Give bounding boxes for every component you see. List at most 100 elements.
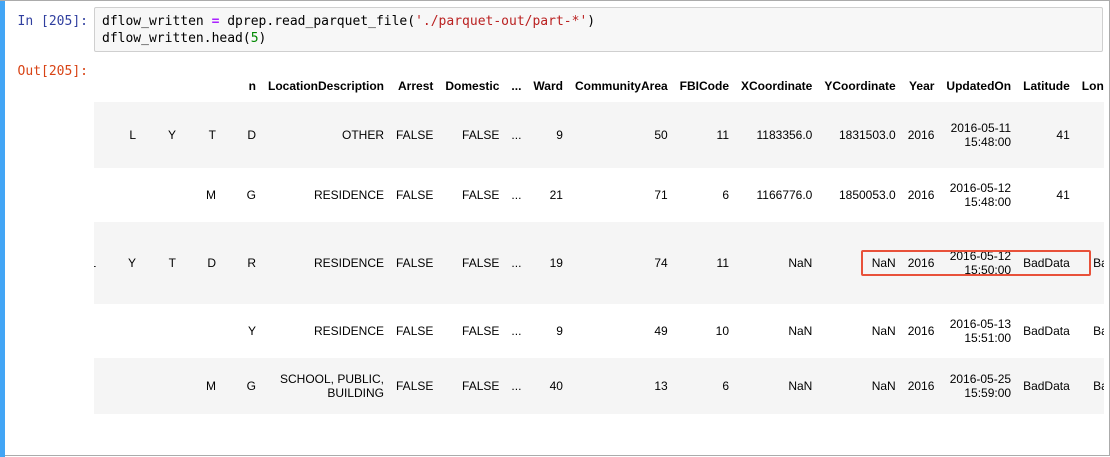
column-header: n: [248, 78, 256, 93]
code-paren: ): [587, 14, 596, 29]
selected-cell-indicator: [0, 1, 5, 457]
cell-location-description: RESIDENCE: [262, 304, 390, 358]
cell-clipped-line: T: [208, 128, 216, 142]
cell-community-area: 74: [654, 256, 668, 270]
cell-ellipsis: ...: [511, 324, 522, 338]
cell-clipped-line: M: [206, 379, 216, 393]
table-row: LYTDRRESIDENCEFALSEFALSE...197411NaNNaN2…: [94, 222, 1104, 304]
cell-fbi-code: 11: [716, 256, 730, 270]
column-header: Ward: [533, 78, 563, 93]
cell-latitude: 41: [1056, 128, 1070, 142]
cell-location-description-line: RESIDENCE: [314, 256, 385, 270]
cell-ward: 9: [556, 128, 563, 142]
column-header: ...: [511, 78, 522, 93]
table-row: M G RESIDENCE FALSE FALSE... 21 71 6 1166776.0 18…: [94, 168, 1104, 222]
cell-arrest: FALSE: [396, 324, 434, 338]
cell-clipped-line: R: [247, 256, 256, 270]
code-editor[interactable]: dflow_written = dprep.read_parquet_file(…: [102, 13, 595, 47]
cell-year: 2016: [907, 128, 935, 142]
cell-community-area: 13: [654, 379, 668, 393]
cell-fbi-code: 6: [722, 188, 730, 202]
cell-x-coordinate: 1183356.0: [756, 128, 813, 142]
column-header: UpdatedOn: [946, 78, 1012, 93]
cell-fbi-code: 10: [715, 324, 730, 338]
cell-domestic: FALSE: [462, 256, 500, 270]
column-header: XCoordinate: [741, 78, 813, 93]
cell-updated-on: 2016-05-13 15:51:00: [940, 304, 1017, 358]
output-area[interactable]: n LocationDescription Arrest Domestic... War…: [94, 59, 1104, 419]
cell-updated-on-line: 15:59:00: [964, 386, 1012, 400]
cell-longitude: BadData: [1093, 324, 1104, 338]
output-prompt: Out[205]:: [17, 64, 88, 79]
cell-y-coordinate: 1850053.0: [838, 188, 896, 202]
cell-clipped-line: Y: [167, 128, 176, 142]
cell-longitude: -87: [1076, 102, 1104, 168]
cell-ward: 21: [549, 188, 563, 202]
cell-updated-on: 2016-05-12 15:50:00: [940, 222, 1017, 304]
code-number-arg: 5: [250, 31, 259, 46]
cell-updated-on-line: 15:51:00: [964, 331, 1012, 345]
cell-clipped-line: G: [246, 379, 256, 393]
cell-arrest: FALSE: [396, 188, 434, 202]
cell-ellipsis: ...: [511, 128, 522, 142]
cell-y-coordinate: NaN: [871, 324, 896, 338]
cell-domestic: FALSE: [462, 128, 500, 142]
cell-updated-on-line: 2016-05-12: [949, 249, 1012, 263]
cell-updated-on: 2016-05-25 15:59:00: [940, 358, 1017, 414]
cell-ellipsis: ...: [511, 256, 522, 270]
cell-arrest: FALSE: [396, 256, 434, 270]
cell-latitude: BadData: [1023, 256, 1070, 270]
input-prompt: In [205]:: [17, 14, 88, 29]
cell-ellipsis: ...: [511, 188, 522, 202]
cell-ellipsis: ...: [511, 379, 522, 393]
cell-x-coordinate: 1166776.0: [756, 188, 813, 202]
table-body: L Y T D OTHER FALSE FALSE... 9 50 11 1183356.0 1831…: [94, 102, 1104, 414]
cell-location-description: RESIDENCE: [262, 168, 390, 222]
cell-updated-on-line: 15:48:00: [964, 135, 1012, 149]
cell-updated-on-line: 2016-05-13: [949, 317, 1012, 331]
cell-updated-on-line: 2016-05-11: [950, 121, 1012, 135]
cell-ward: 9: [556, 324, 563, 338]
cell-latitude: 41: [1056, 188, 1070, 202]
cell-clipped-line: Y: [127, 256, 136, 270]
cell-longitude: BadData: [1093, 256, 1104, 270]
notebook-cell[interactable]: In [205]: dflow_written = dprep.read_par…: [0, 0, 1110, 457]
table-row: M G SCHOOL, PUBLIC, BUILDING FALSE FALSE... 40…: [94, 358, 1104, 414]
cell-community-area: 49: [654, 324, 668, 338]
cell-location-description: SCHOOL, PUBLIC, BUILDING: [262, 358, 390, 414]
column-header: FBICode: [679, 78, 730, 93]
table-row: Y RESIDENCE FALSE FALSE... 9 49 10 NaN NaN 2016 20…: [94, 304, 1104, 358]
cell-location-description-line: RESIDENCE: [314, 188, 385, 202]
table-row: L Y T D OTHER FALSE FALSE... 9 50 11 1183356.0 1831…: [94, 102, 1104, 168]
code-call: dflow_written.head(: [102, 31, 251, 46]
cell-location-description-line: SCHOOL, PUBLIC,: [279, 372, 385, 386]
cell-year: 2016: [907, 324, 935, 338]
cell-clipped-line: L: [129, 128, 136, 142]
cell-x-coordinate: NaN: [788, 324, 813, 338]
code-input-area[interactable]: dflow_written = dprep.read_parquet_file(…: [94, 7, 1103, 52]
dataframe-table: n LocationDescription Arrest Domestic... War…: [94, 69, 1104, 414]
column-header: Arrest: [398, 78, 434, 93]
cell-location-description-line: OTHER: [342, 128, 385, 142]
cell-clipped-line: D: [247, 128, 256, 142]
cell-updated-on-line: 15:48:00: [964, 195, 1012, 209]
cell-location-description-line: RESIDENCE: [314, 324, 385, 338]
cell-clipped-line: M: [206, 188, 216, 202]
cell-arrest: FALSE: [396, 128, 434, 142]
code-assign-op: =: [211, 14, 220, 29]
column-header: Longitude: [1081, 78, 1104, 93]
cell-x-coordinate: NaN: [788, 379, 813, 393]
cell-domestic: FALSE: [462, 379, 500, 393]
code-line-2: dflow_written.head(5): [102, 31, 266, 46]
cell-fbi-code: 6: [722, 379, 730, 393]
cell-clipped: Y: [94, 304, 262, 358]
cell-updated-on: 2016-05-12 15:48:00: [940, 168, 1017, 222]
cell-updated-on-line: 2016-05-12: [949, 181, 1012, 195]
column-header: Domestic: [445, 78, 500, 93]
cell-longitude: -87: [1076, 168, 1104, 222]
cell-y-coordinate: NaN: [871, 256, 896, 270]
cell-domestic: FALSE: [462, 324, 500, 338]
cell-y-coordinate: 1831503.0: [838, 128, 896, 142]
code-line-1: dflow_written = dprep.read_parquet_file(…: [102, 14, 595, 29]
cell-community-area: 71: [654, 188, 668, 202]
